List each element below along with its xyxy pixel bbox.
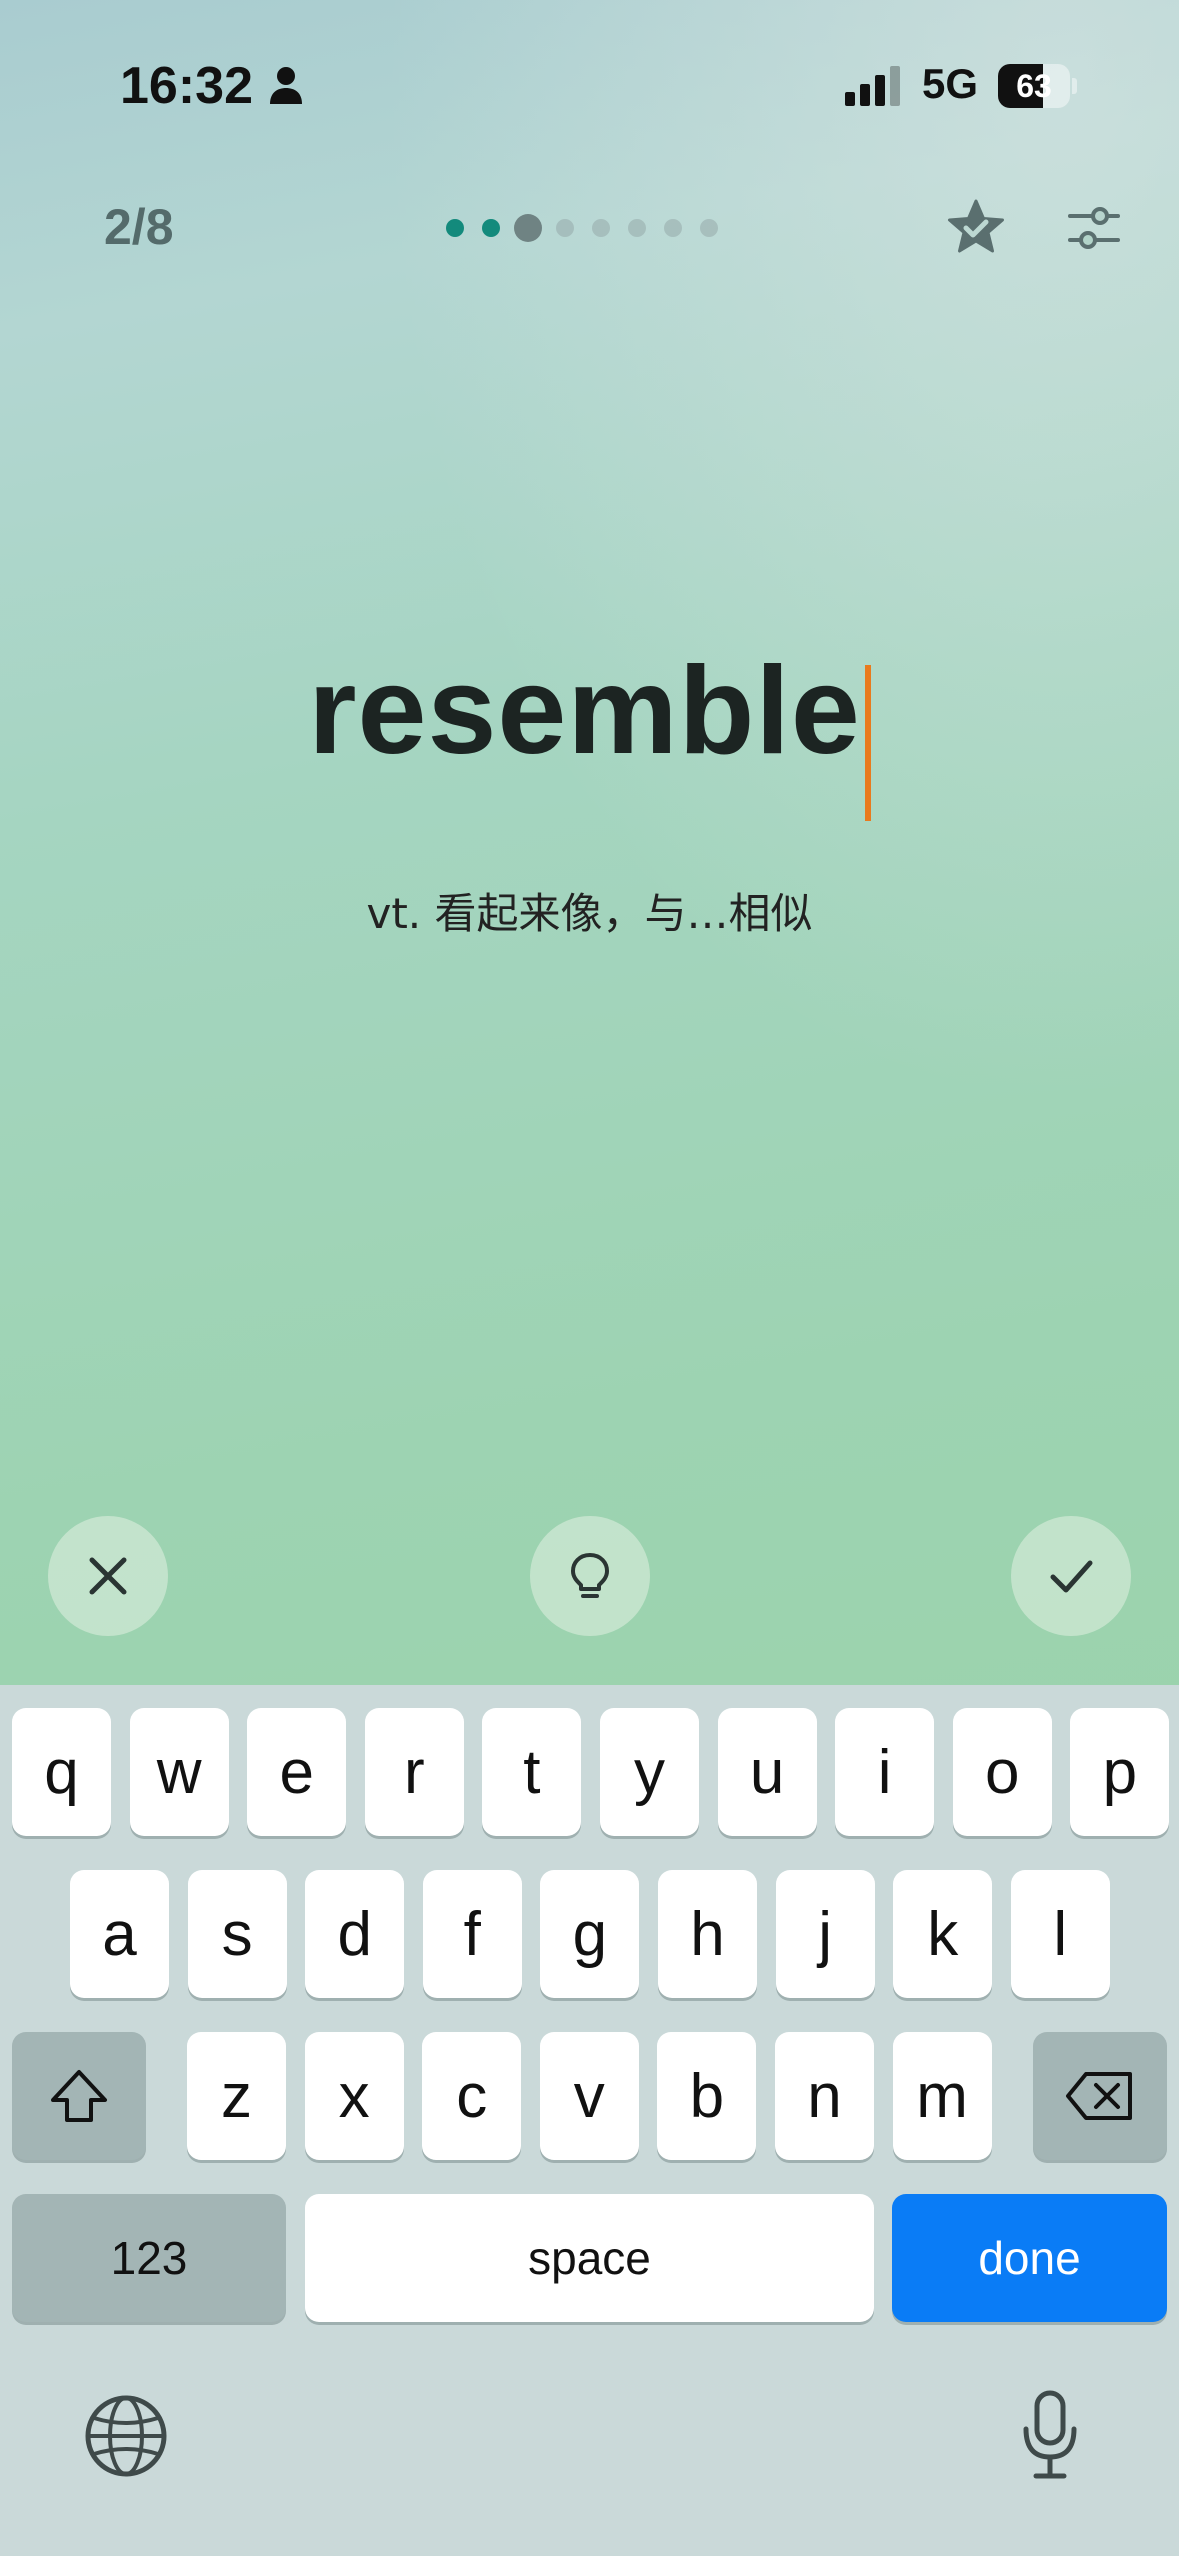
battery-percent: 63 [1016, 68, 1052, 104]
key-w[interactable]: w [129, 1708, 229, 1836]
checkmark-icon [1050, 1560, 1093, 1593]
progress-dot-done [482, 219, 500, 237]
key-n[interactable]: n [775, 2032, 874, 2160]
progress-dot [664, 219, 682, 237]
key-m[interactable]: m [892, 2032, 992, 2160]
cellular-signal-icon [845, 66, 900, 106]
star-check-icon[interactable] [946, 198, 1006, 258]
done-key[interactable]: done [892, 2194, 1167, 2322]
word-container: resemble [0, 640, 1179, 827]
key-f[interactable]: f [422, 1870, 522, 1998]
key-b[interactable]: b [657, 2032, 757, 2160]
key-p[interactable]: p [1070, 1708, 1170, 1836]
key-j[interactable]: j [775, 1870, 875, 1998]
flashcard-screen: 16:32 5G 63 2/8 resemble vt. 看起来像，与…相似 1… [0, 0, 1179, 2556]
battery-icon: 63 [998, 64, 1077, 108]
network-label: 5G [922, 60, 979, 107]
key-t[interactable]: t [482, 1708, 582, 1836]
shift-icon [51, 2070, 107, 2122]
progress-dot [592, 219, 610, 237]
close-icon [89, 1557, 127, 1595]
key-q[interactable]: q [12, 1708, 111, 1836]
key-d[interactable]: d [305, 1870, 405, 1998]
key-r[interactable]: r [364, 1708, 464, 1836]
backspace-key[interactable] [1033, 2032, 1167, 2160]
progress-dot [628, 219, 646, 237]
key-l[interactable]: l [1010, 1870, 1110, 1998]
key-h[interactable]: h [658, 1870, 757, 1998]
numbers-key[interactable]: 123 [12, 2194, 286, 2322]
key-o[interactable]: o [952, 1708, 1052, 1836]
key-a[interactable]: a [70, 1870, 169, 1998]
key-y[interactable]: y [600, 1708, 699, 1836]
key-i[interactable]: i [835, 1708, 935, 1836]
backspace-icon [1066, 2072, 1132, 2120]
lightbulb-icon [571, 1553, 609, 1598]
key-g[interactable]: g [540, 1870, 640, 1998]
word-text[interactable]: resemble [308, 640, 861, 782]
key-u[interactable]: u [717, 1708, 817, 1836]
key-z[interactable]: z [187, 2032, 286, 2160]
key-k[interactable]: k [893, 1870, 993, 1998]
confirm-button[interactable] [1011, 1516, 1131, 1636]
word-definition: vt. 看起来像，与…相似 [366, 889, 813, 938]
key-c[interactable]: c [422, 2032, 522, 2160]
status-time: 16:32 [120, 57, 253, 115]
progress-dot [556, 219, 574, 237]
progress-dot-done [446, 219, 464, 237]
progress-counter: 2/8 [104, 199, 174, 255]
sliders-icon[interactable] [1066, 200, 1122, 256]
space-key[interactable]: space [305, 2194, 874, 2322]
key-x[interactable]: x [304, 2032, 404, 2160]
skip-button[interactable] [48, 1516, 168, 1636]
progress-dot [700, 219, 718, 237]
key-v[interactable]: v [539, 2032, 639, 2160]
onscreen-keyboard: 123 space done qwertyuiop asdfghjkl zxcvbn… [0, 1685, 1179, 2556]
key-s[interactable]: s [187, 1870, 287, 1998]
shift-key[interactable] [12, 2032, 146, 2160]
globe-icon[interactable] [84, 2394, 168, 2478]
text-caret [864, 664, 871, 821]
person-icon [270, 67, 302, 104]
key-e[interactable]: e [247, 1708, 347, 1836]
progress-dot-current [514, 214, 542, 242]
progress-dots [446, 212, 736, 244]
battery-tip [1072, 78, 1077, 94]
hint-button[interactable] [530, 1516, 650, 1636]
microphone-icon[interactable] [1020, 2389, 1080, 2481]
